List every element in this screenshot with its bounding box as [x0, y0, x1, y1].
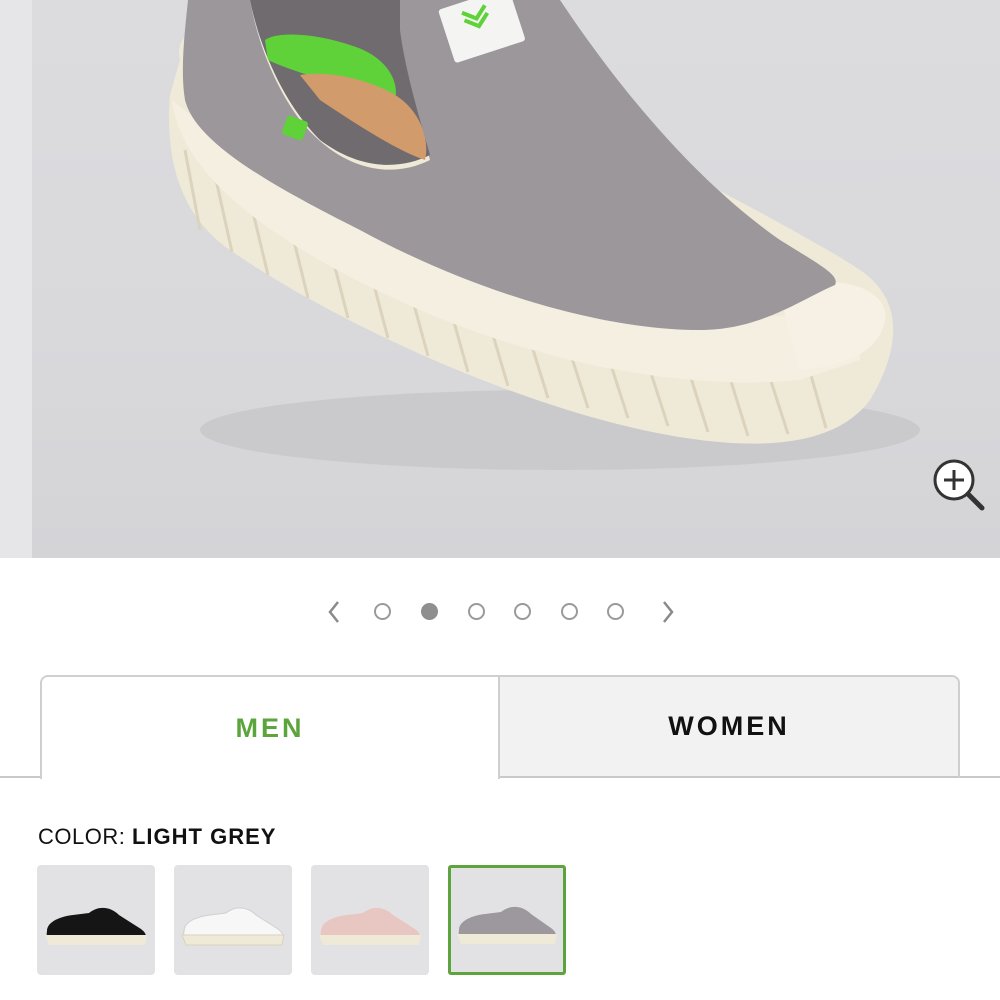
shoe-thumbnail-white [181, 907, 285, 946]
shoe-thumbnail-light-grey [457, 906, 557, 944]
shoe-thumbnail-pink [319, 907, 421, 945]
tab-women[interactable]: WOMEN [500, 675, 960, 778]
gender-tabs: MEN WOMEN [0, 675, 1000, 780]
image-carousel-controls [0, 590, 1000, 634]
color-swatch-pink[interactable] [311, 865, 429, 975]
carousel-dot-5[interactable] [561, 603, 578, 620]
tab-women-label: WOMEN [668, 711, 790, 741]
color-swatch-black[interactable] [37, 865, 155, 975]
tab-men[interactable]: MEN [40, 675, 500, 779]
zoom-in-icon [933, 459, 985, 511]
color-label-prefix: COLOR: [38, 824, 126, 849]
tab-men-label: MEN [235, 712, 305, 743]
product-image[interactable] [0, 0, 1000, 558]
shoe-thumbnail-black [45, 907, 147, 945]
shoe-illustration [169, 0, 920, 470]
chevron-right-icon [663, 601, 674, 623]
carousel-dot-1[interactable] [374, 603, 391, 620]
carousel-dot-6[interactable] [607, 603, 624, 620]
zoom-button[interactable] [930, 456, 986, 512]
carousel-dot-2[interactable] [421, 603, 438, 620]
color-label: COLOR: LIGHT GREY [38, 824, 276, 850]
carousel-next-button[interactable] [656, 596, 680, 628]
chevron-left-icon [328, 601, 339, 623]
selected-color-name: LIGHT GREY [131, 824, 277, 849]
color-swatch-white[interactable] [174, 865, 292, 975]
carousel-dot-3[interactable] [468, 603, 485, 620]
carousel-prev-button[interactable] [322, 596, 346, 628]
color-swatch-light-grey[interactable] [448, 865, 566, 975]
carousel-dot-4[interactable] [514, 603, 531, 620]
